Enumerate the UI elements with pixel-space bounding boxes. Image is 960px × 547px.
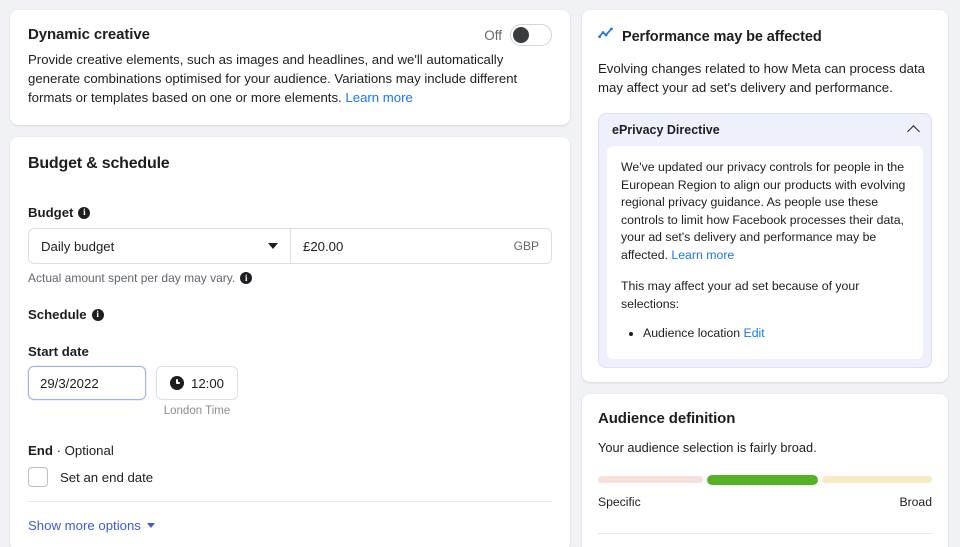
eprivacy-accordion-body: We've updated our privacy controls for p… (607, 146, 923, 359)
ad-set-editor-page: Dynamic creative Off Provide creative el… (0, 0, 960, 547)
budget-info-icon[interactable]: i (78, 206, 91, 219)
budget-amount-input[interactable]: £20.00 GBP (291, 229, 551, 263)
end-date-label-sep: · (52, 443, 65, 458)
chevron-down-icon (268, 243, 278, 249)
start-date-label: Start date (28, 344, 89, 359)
gauge-segment-broad (821, 476, 933, 483)
dynamic-creative-description-text: Provide creative elements, such as image… (28, 52, 518, 105)
schedule-label: Schedule (28, 307, 87, 322)
audience-definition-subtitle: Your audience selection is fairly broad. (598, 439, 817, 455)
gauge-segment-balanced-active (706, 474, 818, 485)
budget-schedule-card: Budget & schedule Budget i Daily budget … (10, 137, 570, 547)
right-column: Performance may be affected Evolving cha… (582, 10, 948, 547)
gauge-labels: Specific Broad (598, 495, 932, 509)
budget-label: Budget (28, 205, 74, 220)
eprivacy-paragraph-1-text: We've updated our privacy controls for p… (621, 160, 906, 262)
performance-body: Evolving changes related to how Meta can… (598, 61, 925, 95)
eprivacy-title: ePrivacy Directive (612, 123, 720, 137)
start-date-value: 29/3/2022 (40, 375, 99, 391)
set-end-date-label: Set an end date (60, 469, 154, 485)
budget-currency-label: GBP (513, 239, 539, 253)
dynamic-creative-title: Dynamic creative (28, 26, 150, 43)
set-end-date-checkbox[interactable] (28, 467, 48, 487)
dynamic-creative-toggle-label: Off (484, 27, 502, 43)
budget-section: Budget i Daily budget £20.00 GBP Actual … (28, 205, 552, 285)
show-more-options-button[interactable]: Show more options (28, 502, 552, 547)
start-time-input[interactable]: 12:00 (156, 366, 239, 400)
audience-definition-card: Audience definition Your audience select… (582, 393, 948, 547)
chevron-down-icon (146, 523, 155, 528)
budget-note-row: Actual amount spent per day may vary. i (28, 271, 552, 285)
timezone-note: London Time (163, 405, 231, 417)
eprivacy-selection-edit-link[interactable]: Edit (744, 326, 765, 340)
budget-note-info-icon[interactable]: i (240, 272, 253, 284)
chevron-up-icon (907, 125, 920, 138)
gauge-segment-specific (598, 476, 703, 483)
eprivacy-accordion: ePrivacy Directive We've updated our pri… (598, 113, 932, 368)
set-end-date-row[interactable]: Set an end date (28, 467, 552, 487)
audience-definition-title: Audience definition (598, 409, 736, 427)
end-date-label-bold: End (28, 443, 53, 458)
schedule-section: Schedule i Start date 29/3/2022 12:00 Lo… (28, 307, 552, 417)
dynamic-creative-header: Dynamic creative Off (28, 24, 552, 46)
end-date-label-optional: Optional (64, 443, 114, 458)
start-time-group: 12:00 London Time (156, 366, 239, 417)
budget-type-select[interactable]: Daily budget (29, 229, 291, 263)
eprivacy-learn-more-link[interactable]: Learn more (671, 248, 734, 262)
eprivacy-selection-label: Audience location (643, 326, 741, 340)
schedule-label-row: Schedule i (28, 307, 552, 322)
budget-schedule-spacer (28, 487, 552, 501)
budget-label-row: Budget i (28, 205, 552, 220)
dynamic-creative-card: Dynamic creative Off Provide creative el… (10, 10, 570, 125)
budget-input-row: Daily budget £20.00 GBP (28, 228, 552, 264)
audience-breadth-gauge (598, 474, 933, 485)
eprivacy-selection-list: Audience location Edit (621, 325, 909, 343)
toggle-knob (513, 27, 529, 43)
end-date-section: End · Optional Set an end date (28, 443, 552, 487)
budget-note-text: Actual amount spent per day may vary. (28, 271, 236, 285)
budget-schedule-title: Budget & schedule (28, 155, 170, 172)
gauge-label-broad: Broad (899, 494, 932, 509)
budget-type-value: Daily budget (41, 238, 115, 254)
trend-chart-icon (598, 26, 614, 47)
start-datetime-row: 29/3/2022 12:00 London Time (28, 366, 552, 417)
start-date-input[interactable]: 29/3/2022 (28, 366, 146, 400)
dynamic-creative-toggle[interactable] (510, 24, 552, 46)
estimated-audience-size-row: Estimated audience size: 47,600,000 - 56… (598, 534, 932, 547)
eprivacy-accordion-header[interactable]: ePrivacy Directive (599, 114, 931, 146)
performance-card: Performance may be affected Evolving cha… (582, 10, 948, 382)
eprivacy-paragraph-2: This may affect your ad set because of y… (621, 279, 860, 311)
schedule-info-icon[interactable]: i (91, 308, 104, 321)
end-date-label: End · Optional (28, 443, 552, 458)
clock-icon (170, 376, 184, 390)
dynamic-creative-description: Provide creative elements, such as image… (28, 50, 540, 107)
performance-header: Performance may be affected (598, 26, 932, 47)
left-column: Dynamic creative Off Provide creative el… (10, 10, 570, 547)
dynamic-creative-learn-more-link[interactable]: Learn more (345, 90, 412, 105)
gauge-label-specific: Specific (598, 494, 641, 509)
performance-title: Performance may be affected (622, 28, 822, 45)
show-more-options-label: Show more options (28, 518, 141, 533)
eprivacy-paragraph-1: We've updated our privacy controls for p… (621, 159, 909, 264)
start-time-value: 12:00 (191, 375, 225, 391)
dynamic-creative-toggle-group: Off (484, 24, 552, 46)
budget-amount-value: £20.00 (303, 238, 344, 254)
list-item: Audience location Edit (643, 325, 909, 343)
